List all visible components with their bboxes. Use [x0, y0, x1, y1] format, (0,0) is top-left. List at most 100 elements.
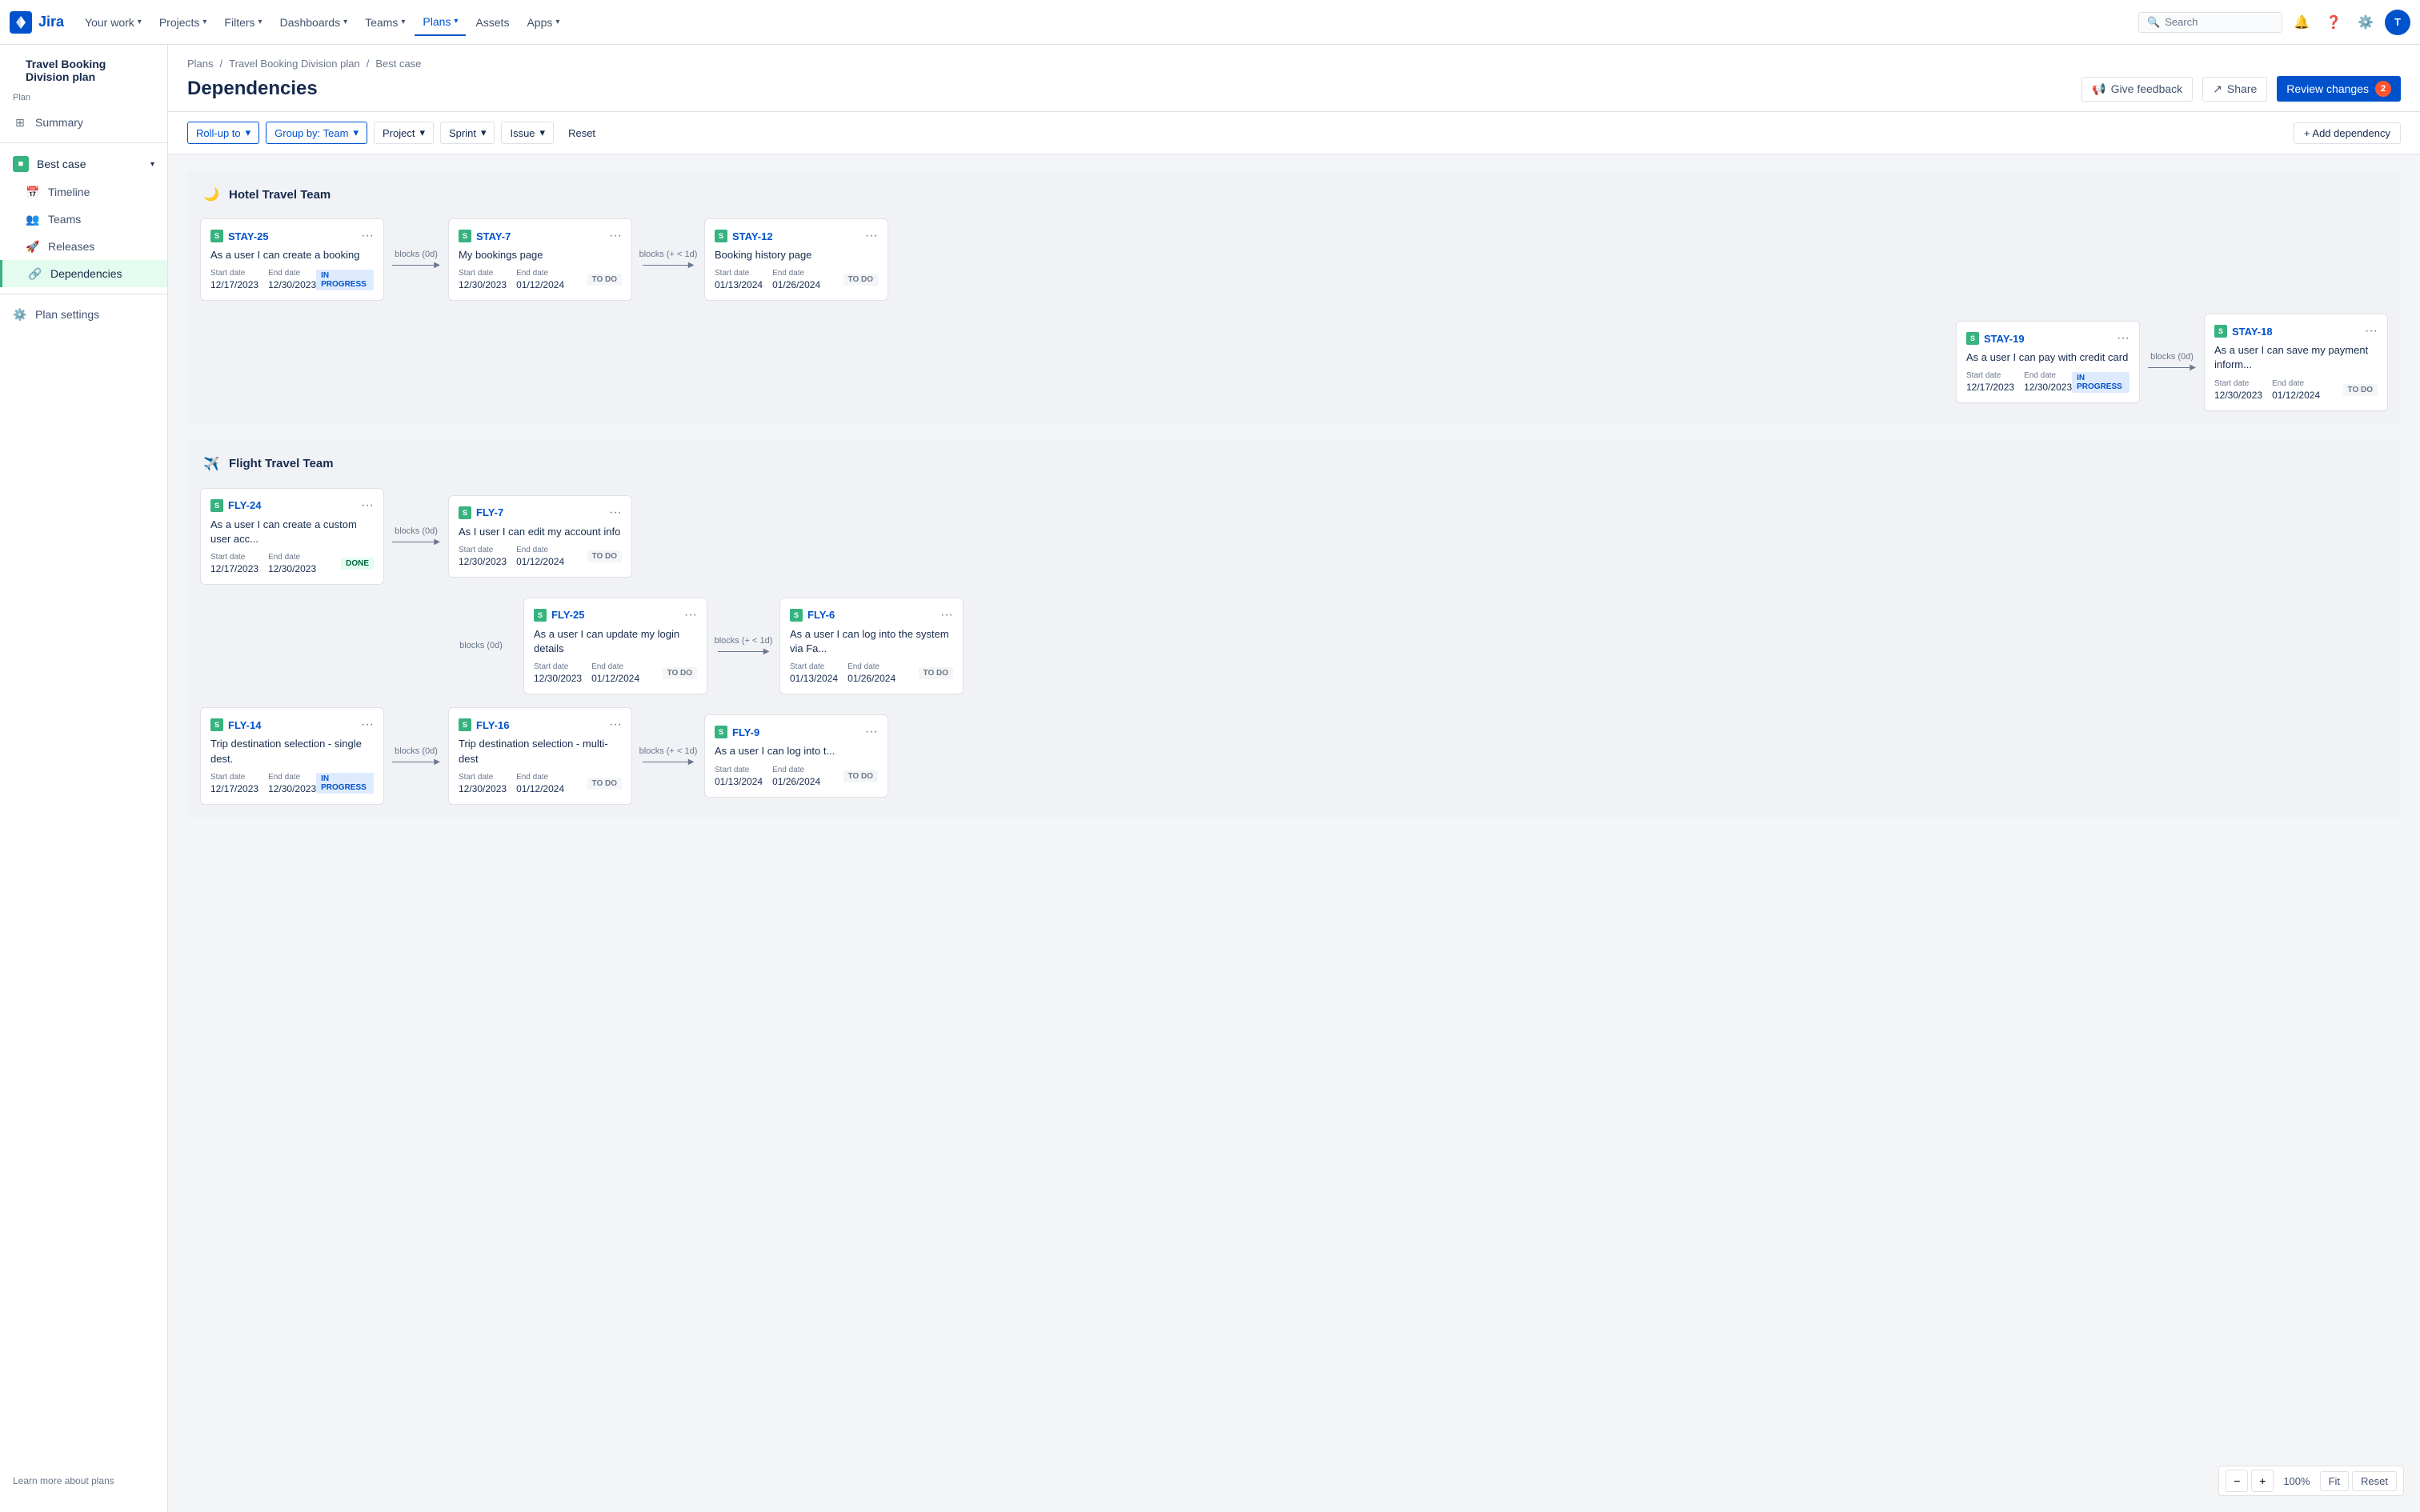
notifications-btn[interactable]: 🔔 [2289, 10, 2314, 35]
card-id-stay19[interactable]: S STAY-19 [1966, 332, 2025, 345]
card-title-fly7: As I user I can edit my account info [459, 525, 622, 539]
card-title-stay7: My bookings page [459, 248, 622, 262]
megaphone-icon: 📢 [2092, 82, 2105, 96]
dep-card-fly24: S FLY-24 ··· As a user I can create a cu… [200, 488, 384, 585]
card-id-stay25[interactable]: S STAY-25 [210, 230, 269, 242]
chevron-down-icon: ▾ [246, 126, 251, 139]
team-section-flight: ✈️ Flight Travel Team S FLY-24 ··· As [187, 440, 2401, 818]
dep-card-stay18: S STAY-18 ··· As a user I can save my pa… [2204, 314, 2388, 410]
zoom-fit-btn[interactable]: Fit [2320, 1471, 2349, 1491]
nav-logo[interactable]: Jira [10, 11, 64, 34]
chevron-down-icon: ▾ [540, 126, 546, 139]
breadcrumb-plans[interactable]: Plans [187, 58, 214, 70]
zoom-reset-btn[interactable]: Reset [2352, 1471, 2397, 1491]
story-icon: S [210, 718, 223, 731]
add-dependency-btn[interactable]: + Add dependency [2294, 122, 2401, 144]
dep-chain-stay-1: S STAY-25 ··· As a user I can create a b… [200, 218, 2388, 301]
more-menu-fly6[interactable]: ··· [940, 608, 953, 622]
more-menu-fly25[interactable]: ··· [684, 608, 697, 622]
reset-btn[interactable]: Reset [560, 123, 603, 143]
card-id-fly7[interactable]: S FLY-7 [459, 506, 503, 519]
more-menu-stay25[interactable]: ··· [361, 229, 374, 243]
nav-item-plans[interactable]: Plans ▾ [415, 9, 466, 36]
review-changes-btn[interactable]: Review changes 2 [2277, 76, 2401, 102]
sidebar-item-dependencies[interactable]: 🔗 Dependencies [0, 260, 167, 287]
more-menu-stay19[interactable]: ··· [2117, 331, 2130, 346]
more-menu-fly14[interactable]: ··· [361, 718, 374, 732]
page-actions: 📢 Give feedback ↗ Share Review changes 2 [2081, 76, 2401, 102]
sidebar-item-summary[interactable]: ⊞ Summary [0, 109, 167, 136]
status-badge-stay7: TO DO [587, 274, 622, 286]
user-avatar[interactable]: T [2385, 10, 2410, 35]
more-menu-stay7[interactable]: ··· [609, 229, 622, 243]
connector-label-6: blocks (+ < 1d) [715, 636, 773, 646]
sidebar: Travel Booking Division plan Plan ⊞ Summ… [0, 45, 168, 1512]
card-id-stay12[interactable]: S STAY-12 [715, 230, 773, 242]
rollup-btn[interactable]: Roll-up to ▾ [187, 122, 259, 144]
nav-item-yourwork[interactable]: Your work ▾ [77, 10, 150, 35]
card-id-fly14[interactable]: S FLY-14 [210, 718, 261, 731]
groupby-btn[interactable]: Group by: Team ▾ [266, 122, 367, 144]
card-title-fly6: As a user I can log into the system via … [790, 627, 953, 656]
sprint-filter-btn[interactable]: Sprint ▾ [440, 122, 495, 144]
card-id-stay7[interactable]: S STAY-7 [459, 230, 511, 242]
story-icon: S [534, 609, 547, 622]
breadcrumb-current: Best case [375, 58, 421, 70]
more-menu-fly9[interactable]: ··· [865, 725, 878, 739]
status-badge-stay25: IN PROGRESS [316, 270, 374, 290]
sidebar-item-teams[interactable]: 👥 Teams [0, 206, 167, 233]
search-icon: 🔍 [2147, 16, 2160, 29]
dep-card-fly16: S FLY-16 ··· Trip destination selection … [448, 707, 632, 804]
sidebar-item-timeline[interactable]: 📅 Timeline [0, 178, 167, 206]
breadcrumb-sep-2: / [367, 58, 370, 70]
status-badge-fly16: TO DO [587, 778, 622, 790]
connector-label-7: blocks (0d) [395, 746, 438, 756]
breadcrumb-plan[interactable]: Travel Booking Division plan [229, 58, 360, 70]
dep-card-fly25: S FLY-25 ··· As a user I can update my l… [523, 598, 707, 694]
nav-item-filters[interactable]: Filters ▾ [216, 10, 270, 35]
issue-filter-btn[interactable]: Issue ▾ [501, 122, 554, 144]
zoom-in-btn[interactable]: + [2251, 1470, 2274, 1492]
sidebar-item-plan-settings[interactable]: ⚙️ Plan settings [0, 301, 167, 328]
card-id-fly24[interactable]: S FLY-24 [210, 499, 261, 512]
nav-item-projects[interactable]: Projects ▾ [151, 10, 215, 35]
search-box[interactable]: 🔍 Search [2138, 12, 2282, 33]
card-id-fly25[interactable]: S FLY-25 [534, 609, 584, 622]
give-feedback-btn[interactable]: 📢 Give feedback [2081, 77, 2193, 102]
more-menu-fly24[interactable]: ··· [361, 498, 374, 513]
nav-item-apps[interactable]: Apps ▾ [519, 10, 567, 35]
sidebar-divider [0, 142, 167, 143]
main-content: Plans / Travel Booking Division plan / B… [168, 45, 2420, 1512]
nav-item-assets[interactable]: Assets [467, 10, 517, 35]
timeline-icon: 📅 [26, 185, 40, 199]
more-menu-stay12[interactable]: ··· [865, 229, 878, 243]
card-id-fly9[interactable]: S FLY-9 [715, 726, 759, 738]
card-meta-fly14: Start date12/17/2023 End date12/30/2023 … [210, 773, 374, 794]
layout: Travel Booking Division plan Plan ⊞ Summ… [0, 45, 2420, 1512]
share-btn[interactable]: ↗ Share [2202, 77, 2267, 102]
card-id-fly6[interactable]: S FLY-6 [790, 609, 835, 622]
more-menu-stay18[interactable]: ··· [2365, 324, 2378, 338]
nav-item-teams[interactable]: Teams ▾ [357, 10, 413, 35]
dep-chain-stay-2: S STAY-19 ··· As a user I can pay with c… [200, 314, 2388, 410]
sidebar-group-bestcase[interactable]: ■ Best case ▾ [0, 150, 167, 178]
more-menu-fly16[interactable]: ··· [609, 718, 622, 732]
dep-card-fly9: S FLY-9 ··· As a user I can log into t..… [704, 714, 888, 797]
bestcase-icon: ■ [13, 156, 29, 172]
dep-card-stay7: S STAY-7 ··· My bookings page Start date… [448, 218, 632, 301]
more-menu-fly7[interactable]: ··· [609, 506, 622, 520]
card-id-stay18[interactable]: S STAY-18 [2214, 325, 2273, 338]
settings-btn[interactable]: ⚙️ [2353, 10, 2378, 35]
releases-icon: 🚀 [26, 239, 40, 254]
card-id-fly16[interactable]: S FLY-16 [459, 718, 509, 731]
sidebar-item-releases[interactable]: 🚀 Releases [0, 233, 167, 260]
zoom-out-btn[interactable]: − [2226, 1470, 2248, 1492]
help-btn[interactable]: ❓ [2321, 10, 2346, 35]
project-filter-btn[interactable]: Project ▾ [374, 122, 434, 144]
story-icon: S [1966, 332, 1979, 345]
nav-item-dashboards[interactable]: Dashboards ▾ [272, 10, 356, 35]
page-header: Plans / Travel Booking Division plan / B… [168, 45, 2420, 112]
team-section-hotel: 🌙 Hotel Travel Team S STAY-25 ··· As [187, 170, 2401, 424]
sidebar-footer-link[interactable]: Learn more about plans [0, 1462, 167, 1499]
nav-logo-text: Jira [38, 14, 64, 30]
